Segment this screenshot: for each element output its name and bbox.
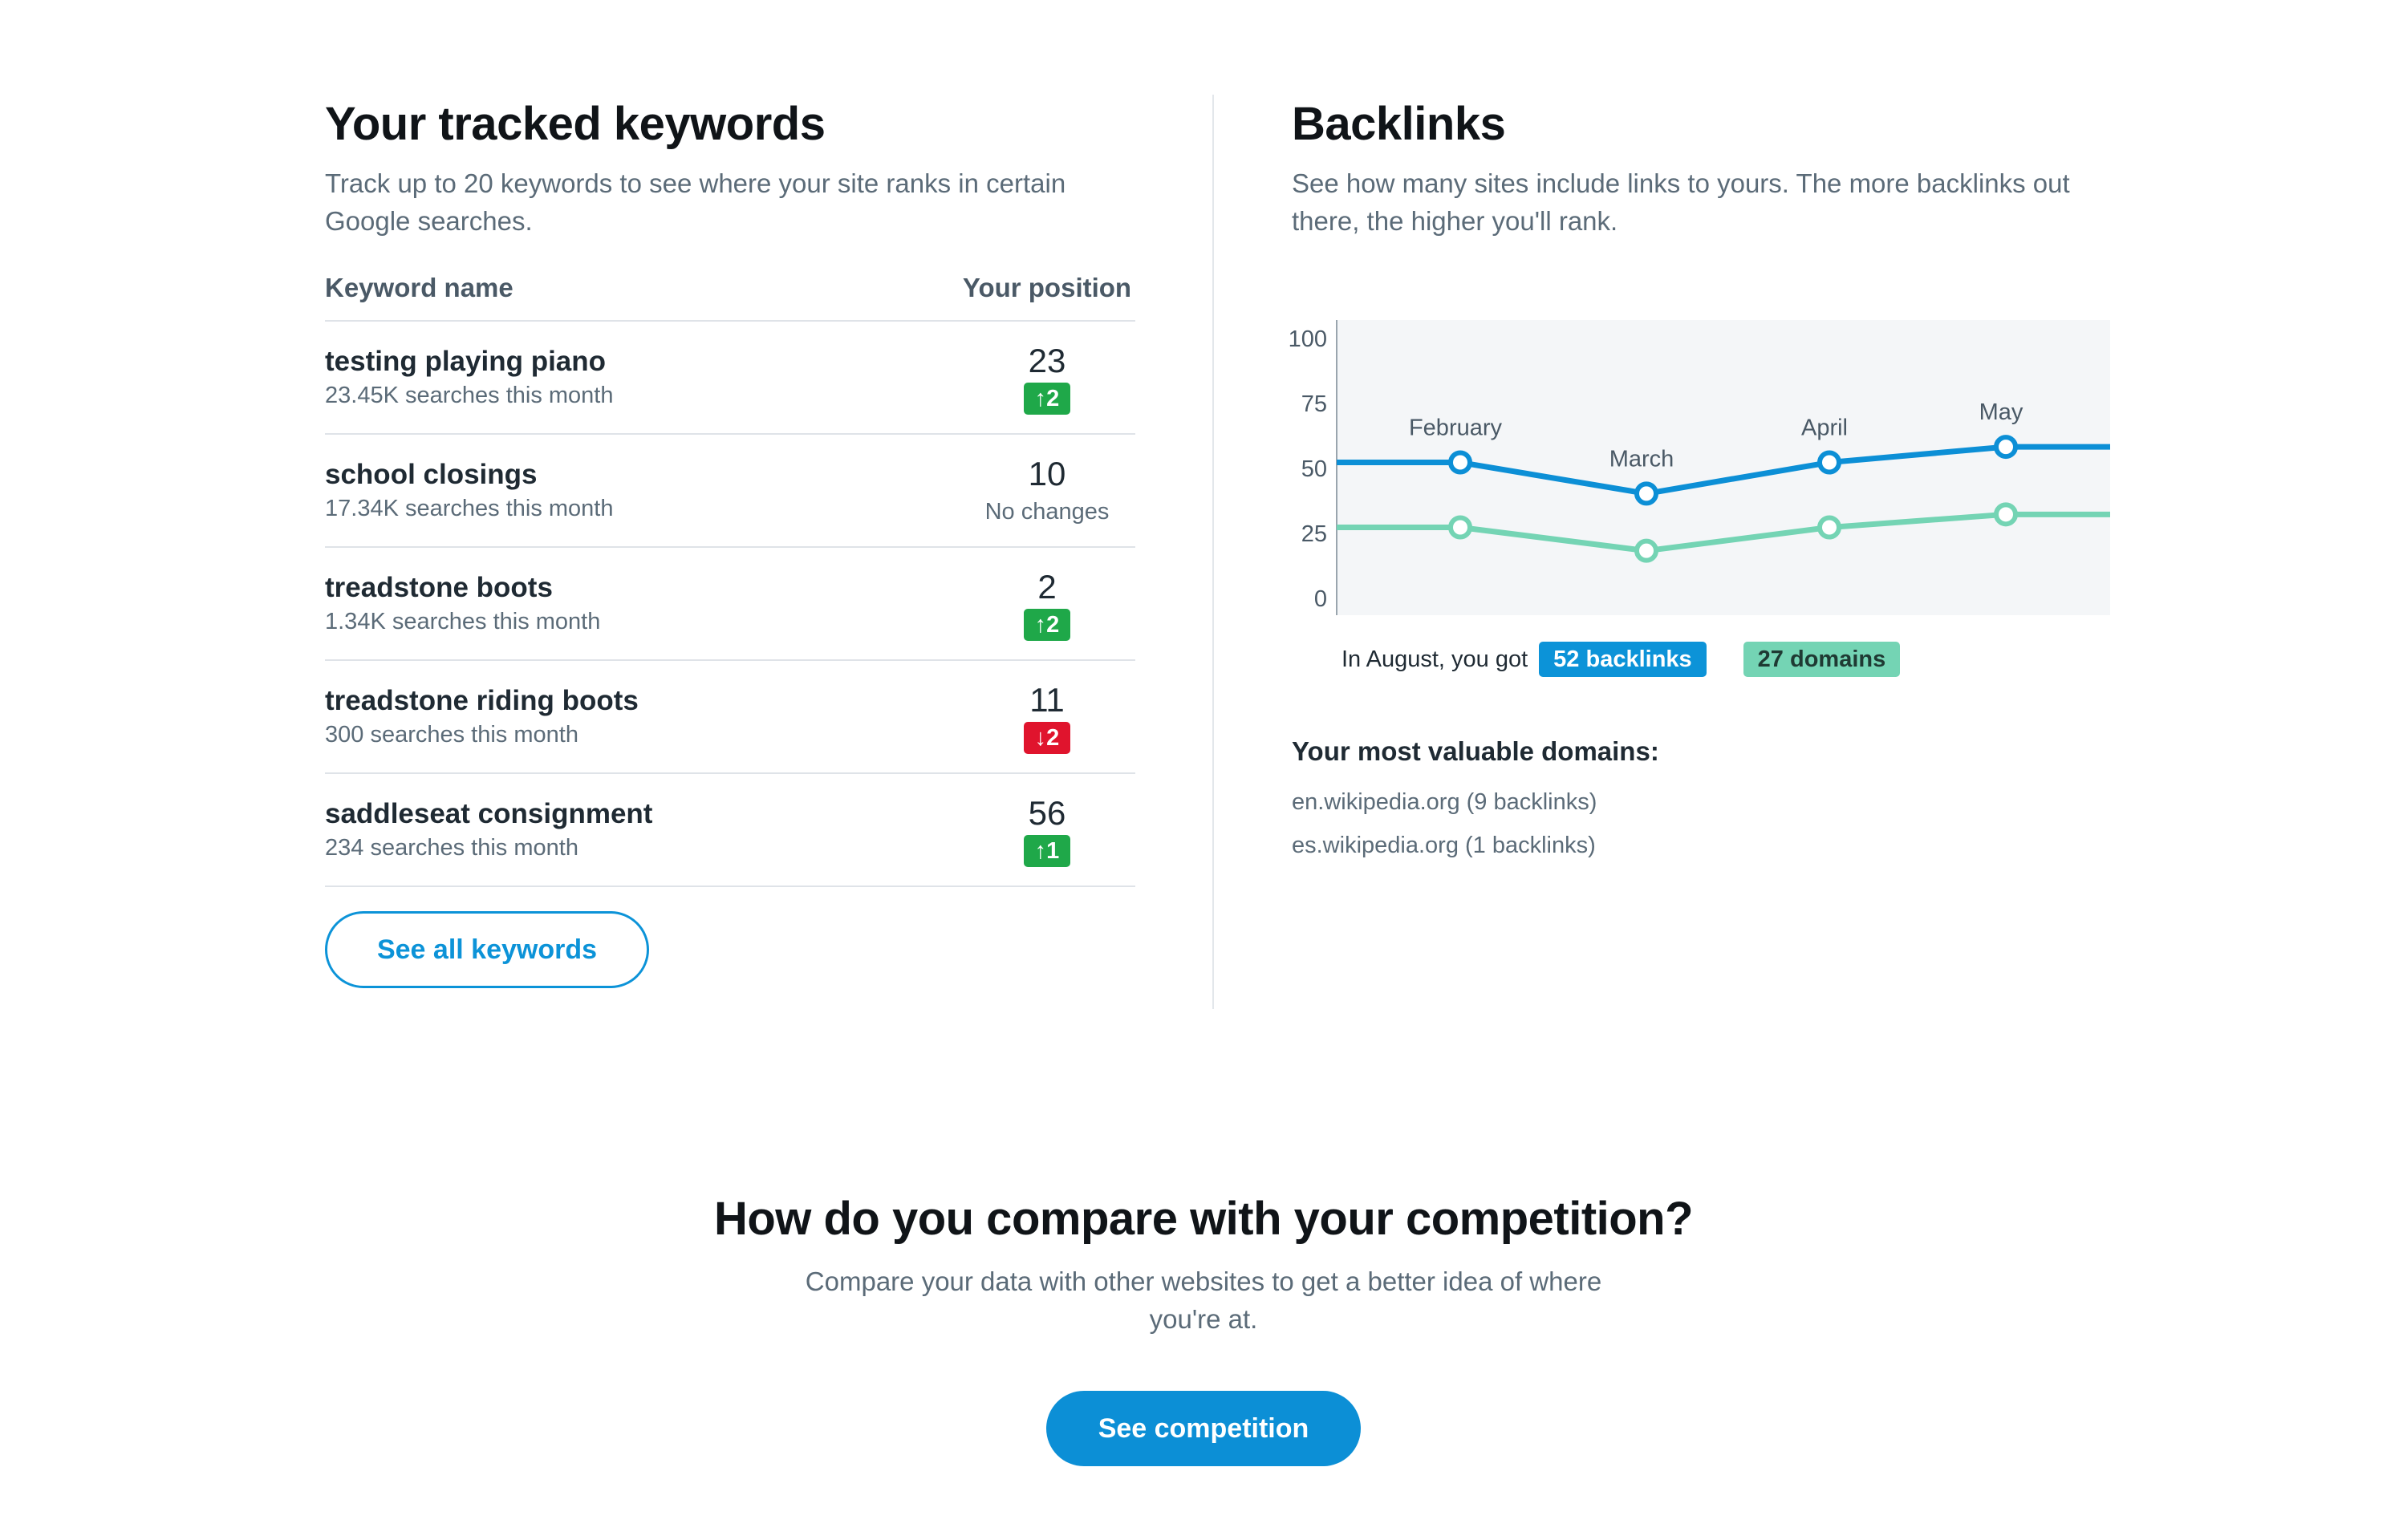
keyword-name: treadstone boots: [325, 571, 553, 603]
keyword-info: treadstone boots 1.34K searches this mon…: [325, 570, 600, 638]
backlinks-title: Backlinks: [1292, 98, 1506, 150]
position-change-badge: ↑2: [1023, 382, 1071, 415]
data-point-domains: [1634, 538, 1658, 563]
data-point-backlinks: [1634, 481, 1658, 506]
y-tick-label: 25: [1301, 521, 1327, 547]
position-change-badge: ↓2: [1023, 721, 1071, 754]
page: Your tracked keywords Track up to 20 key…: [0, 0, 2407, 1540]
position-value: 56: [1028, 793, 1066, 832]
keyword-info: saddleseat consignment 234 searches this…: [325, 796, 652, 864]
x-category-label: April: [1801, 415, 1848, 441]
x-category-label: May: [1979, 399, 2023, 425]
data-point-backlinks: [1817, 450, 1841, 475]
y-tick-label: 75: [1301, 391, 1327, 417]
keyword-name: treadstone riding boots: [325, 684, 639, 716]
valuable-domains-title: Your most valuable domains:: [1292, 736, 1659, 766]
data-point-domains: [1994, 502, 2018, 527]
domain-item: en.wikipedia.org (9 backlinks): [1292, 789, 1597, 815]
competition-description: Compare your data with other websites to…: [805, 1266, 1602, 1334]
keyword-name: school closings: [325, 458, 538, 490]
tracked-keywords-description: Track up to 20 keywords to see where you…: [325, 168, 1066, 236]
keyword-position: 10 No changes: [959, 454, 1135, 528]
legend-prefix: In August, you got: [1342, 646, 1528, 672]
backlinks-chart: 0 25 50 75 100 February March April May: [1284, 317, 2110, 638]
position-change-badge: ↑2: [1023, 608, 1071, 641]
position-no-change: No changes: [984, 498, 1110, 525]
table-row: treadstone boots 1.34K searches this mon…: [325, 548, 1135, 661]
keyword-info: testing playing piano 23.45K searches th…: [325, 344, 613, 411]
keywords-table-header: Keyword name Your position: [325, 265, 1135, 322]
data-point-backlinks: [1994, 435, 2018, 460]
column-your-position: Your position: [962, 273, 1132, 302]
backlinks-section: Backlinks See how many sites include lin…: [1292, 92, 2118, 240]
keyword-info: school closings 17.34K searches this mon…: [325, 457, 613, 525]
see-competition-button[interactable]: See competition: [1046, 1391, 1361, 1466]
table-row: saddleseat consignment 234 searches this…: [325, 774, 1135, 887]
y-tick-label: 50: [1301, 456, 1327, 482]
keyword-info: treadstone riding boots 300 searches thi…: [325, 683, 639, 751]
y-tick-label: 0: [1314, 586, 1327, 612]
y-tick-label: 100: [1289, 326, 1327, 352]
keyword-searches: 300 searches this month: [325, 721, 578, 748]
competition-section: How do you compare with your competition…: [0, 1187, 2407, 1466]
data-point-domains: [1817, 515, 1841, 540]
backlinks-chart-svg: 0 25 50 75 100 February March April May: [1289, 320, 2110, 615]
keyword-position: 2 ↑2: [959, 567, 1135, 641]
keyword-searches: 1.34K searches this month: [325, 608, 601, 634]
keyword-position: 56 ↑1: [959, 793, 1135, 867]
keyword-name: saddleseat consignment: [325, 797, 653, 829]
domain-item: es.wikipedia.org (1 backlinks): [1292, 833, 1596, 858]
domains-count-pill: 27 domains: [1743, 642, 1901, 677]
x-category-label: March: [1609, 446, 1674, 472]
column-keyword-name: Keyword name: [325, 273, 513, 302]
position-value: 2: [1037, 567, 1057, 606]
x-category-label: February: [1409, 415, 1503, 441]
keyword-searches: 23.45K searches this month: [325, 382, 614, 408]
table-row: testing playing piano 23.45K searches th…: [325, 322, 1135, 435]
backlinks-count-pill: 52 backlinks: [1539, 642, 1707, 677]
keyword-searches: 17.34K searches this month: [325, 495, 614, 521]
keyword-position: 23 ↑2: [959, 341, 1135, 415]
table-row: school closings 17.34K searches this mon…: [325, 435, 1135, 548]
section-divider: [1212, 95, 1214, 1009]
data-point-backlinks: [1448, 450, 1472, 475]
chart-legend: In August, you got 52 backlinks 27 domai…: [1342, 642, 1901, 677]
table-row: treadstone riding boots 300 searches thi…: [325, 661, 1135, 774]
backlinks-description: See how many sites include links to your…: [1292, 168, 2070, 236]
valuable-domains: Your most valuable domains: en.wikipedia…: [1292, 734, 1659, 867]
position-value: 11: [1029, 680, 1065, 719]
data-point-domains: [1448, 515, 1472, 540]
competition-title: How do you compare with your competition…: [713, 1193, 1694, 1245]
keywords-table: Keyword name Your position testing playi…: [325, 265, 1135, 887]
see-all-keywords-button[interactable]: See all keywords: [325, 911, 649, 988]
position-value: 10: [1028, 454, 1066, 492]
position-value: 23: [1028, 341, 1066, 379]
tracked-keywords-section: Your tracked keywords Track up to 20 key…: [325, 92, 1135, 988]
tracked-keywords-title: Your tracked keywords: [325, 98, 826, 150]
position-change-badge: ↑1: [1023, 834, 1071, 867]
keyword-searches: 234 searches this month: [325, 834, 578, 861]
keyword-position: 11 ↓2: [959, 680, 1135, 754]
keyword-name: testing playing piano: [325, 345, 607, 377]
